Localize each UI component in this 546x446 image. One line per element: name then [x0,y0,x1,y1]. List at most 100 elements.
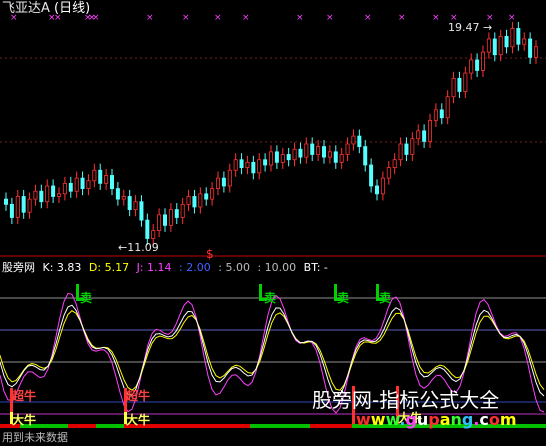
candle-body [263,159,268,166]
candle-body [251,161,256,174]
price-gridlines [0,57,546,415]
symbol-name: 飞亚达A [2,1,50,16]
watermark-char: p [428,410,440,429]
signal-x-mark: × [182,13,190,23]
candle-body [310,143,315,155]
candle-body [33,190,38,200]
candle-body [422,130,427,142]
candle-body [239,159,244,169]
candle-body [92,169,97,182]
candle-body [21,196,26,213]
signal-x-mark: × [214,13,222,23]
candle-body [410,138,415,155]
candle-body [433,109,438,121]
chart-window: { "header": { "symbol": "飞亚达A", "period"… [0,0,546,446]
candle-body [357,135,362,148]
candle-body [221,177,226,187]
arrow-right-icon: → [483,21,493,34]
signal-x-mark: × [242,13,250,23]
candle-body [110,175,115,190]
watermark-char: u [416,410,429,429]
watermark-char: n [450,410,462,429]
candle-body [186,196,191,205]
high-price-label: 19.47 → [448,22,492,33]
candle-body [192,196,197,208]
band-segment [250,424,310,428]
candle-body [198,193,203,208]
footer-note: 用到未来数据 [2,431,68,444]
sell-label-2: 卖 [264,291,277,305]
candle-body [62,182,67,195]
signal-x-mark: × [432,13,440,23]
candle-body [286,154,291,161]
candle-body [392,159,397,169]
candle-body [245,161,250,169]
candle-body [180,203,185,218]
price-candles [4,21,539,246]
candle-body [374,185,379,195]
candle-body [139,201,144,221]
indicator-header: 股旁网 K: 3.83 D: 5.17 J: 1.14 : 2.00 : 5.0… [2,262,332,273]
watermark-char: o [488,410,500,429]
candle-body [339,154,344,163]
candle-body [369,164,374,187]
bt-value: BT: - [303,261,328,274]
candle-body [445,96,450,119]
watermark-char: c [479,410,489,429]
band-segment [310,424,352,428]
candle-body [457,77,462,92]
dollar-marker: $ [206,247,214,261]
candle-body [68,182,73,192]
candle-body [298,148,303,158]
period-label: (日线) [54,1,91,16]
candle-body [145,219,150,239]
candle-body [80,177,85,190]
signal-x-mark: × [326,13,334,23]
candle-body [104,175,109,184]
signal-x-mark: × [364,13,372,23]
candle-body [510,28,515,48]
chart-canvas: × ×× ××× × × × × × × × × × × × × [0,13,546,428]
signal-x-mark: × [146,13,154,23]
candle-body [398,143,403,161]
watermark-char: g [461,410,474,429]
candle-body [522,38,527,45]
title-bar: 飞亚达A (日线) [2,2,90,15]
candle-body [416,130,421,140]
candle-body [15,196,20,218]
candle-body [380,177,385,195]
candle-body [280,154,285,163]
candle-body [304,143,309,158]
watermark-char: w [356,410,371,429]
sell-label-3: 卖 [337,291,350,305]
level-2-value: : 2.00 [179,261,211,274]
candle-body [151,230,156,239]
candle-body [268,151,273,166]
candle-body [528,38,533,58]
watermark-title: 股旁网-指标公式大全 [312,388,500,412]
signal-x-mark: × [398,13,406,23]
candle-body [475,59,480,71]
signal-x-mark: × [508,13,516,23]
candle-body [86,180,91,190]
candle-body [504,35,509,48]
signal-x-mark: × [92,13,100,23]
candle-body [210,188,215,200]
sell-label-4: 卖 [379,291,392,305]
candle-body [534,46,539,58]
candle-body [345,143,350,155]
candle-body [480,51,485,71]
candle-body [333,151,338,163]
buy-label-3: 大牛 [12,413,37,427]
indicator-name: 股旁网 [2,261,35,274]
watermark-char: a [439,410,451,429]
band-segment [96,424,124,428]
sell-label-1: 卖 [80,291,93,305]
watermark-url-text: www.gupang.com [356,410,517,429]
high-value: 19.47 [448,21,480,34]
candle-body [439,109,444,119]
buy-label-2: 超牛 [126,389,151,403]
candle-body [51,185,56,197]
candle-body [321,146,326,158]
candle-body [292,148,297,161]
